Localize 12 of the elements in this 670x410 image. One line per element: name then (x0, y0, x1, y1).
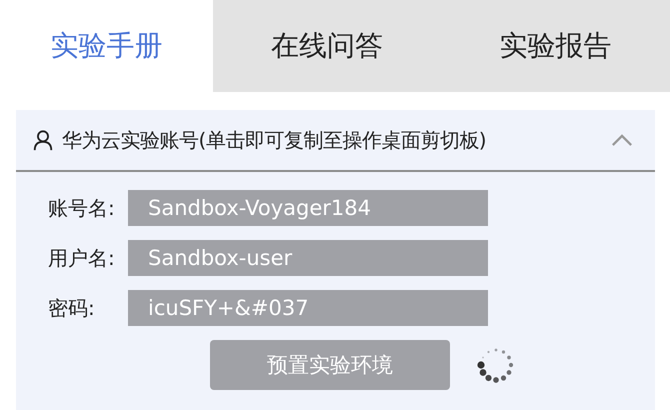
field-label: 密码: (47, 294, 96, 322)
prepare-button[interactable]: 预置实验环境 (210, 340, 450, 390)
user-icon (32, 129, 54, 151)
input-field[interactable]: Sandbox-Voyager184 (128, 190, 488, 226)
input-field[interactable]: icuSFY+&#037 (128, 290, 488, 326)
caret-icon[interactable] (611, 134, 633, 146)
input-field[interactable]: Sandbox-user (128, 240, 488, 276)
field-label: 用户名: (47, 244, 116, 272)
tab[interactable]: 实验报告 (441, 0, 670, 92)
field-label: 账号名: (47, 194, 116, 222)
tab[interactable]: 在线问答 (213, 0, 441, 92)
panel-title[interactable]: 华为云实验账号(单击即可复制至操作桌面剪切板) (62, 126, 486, 154)
